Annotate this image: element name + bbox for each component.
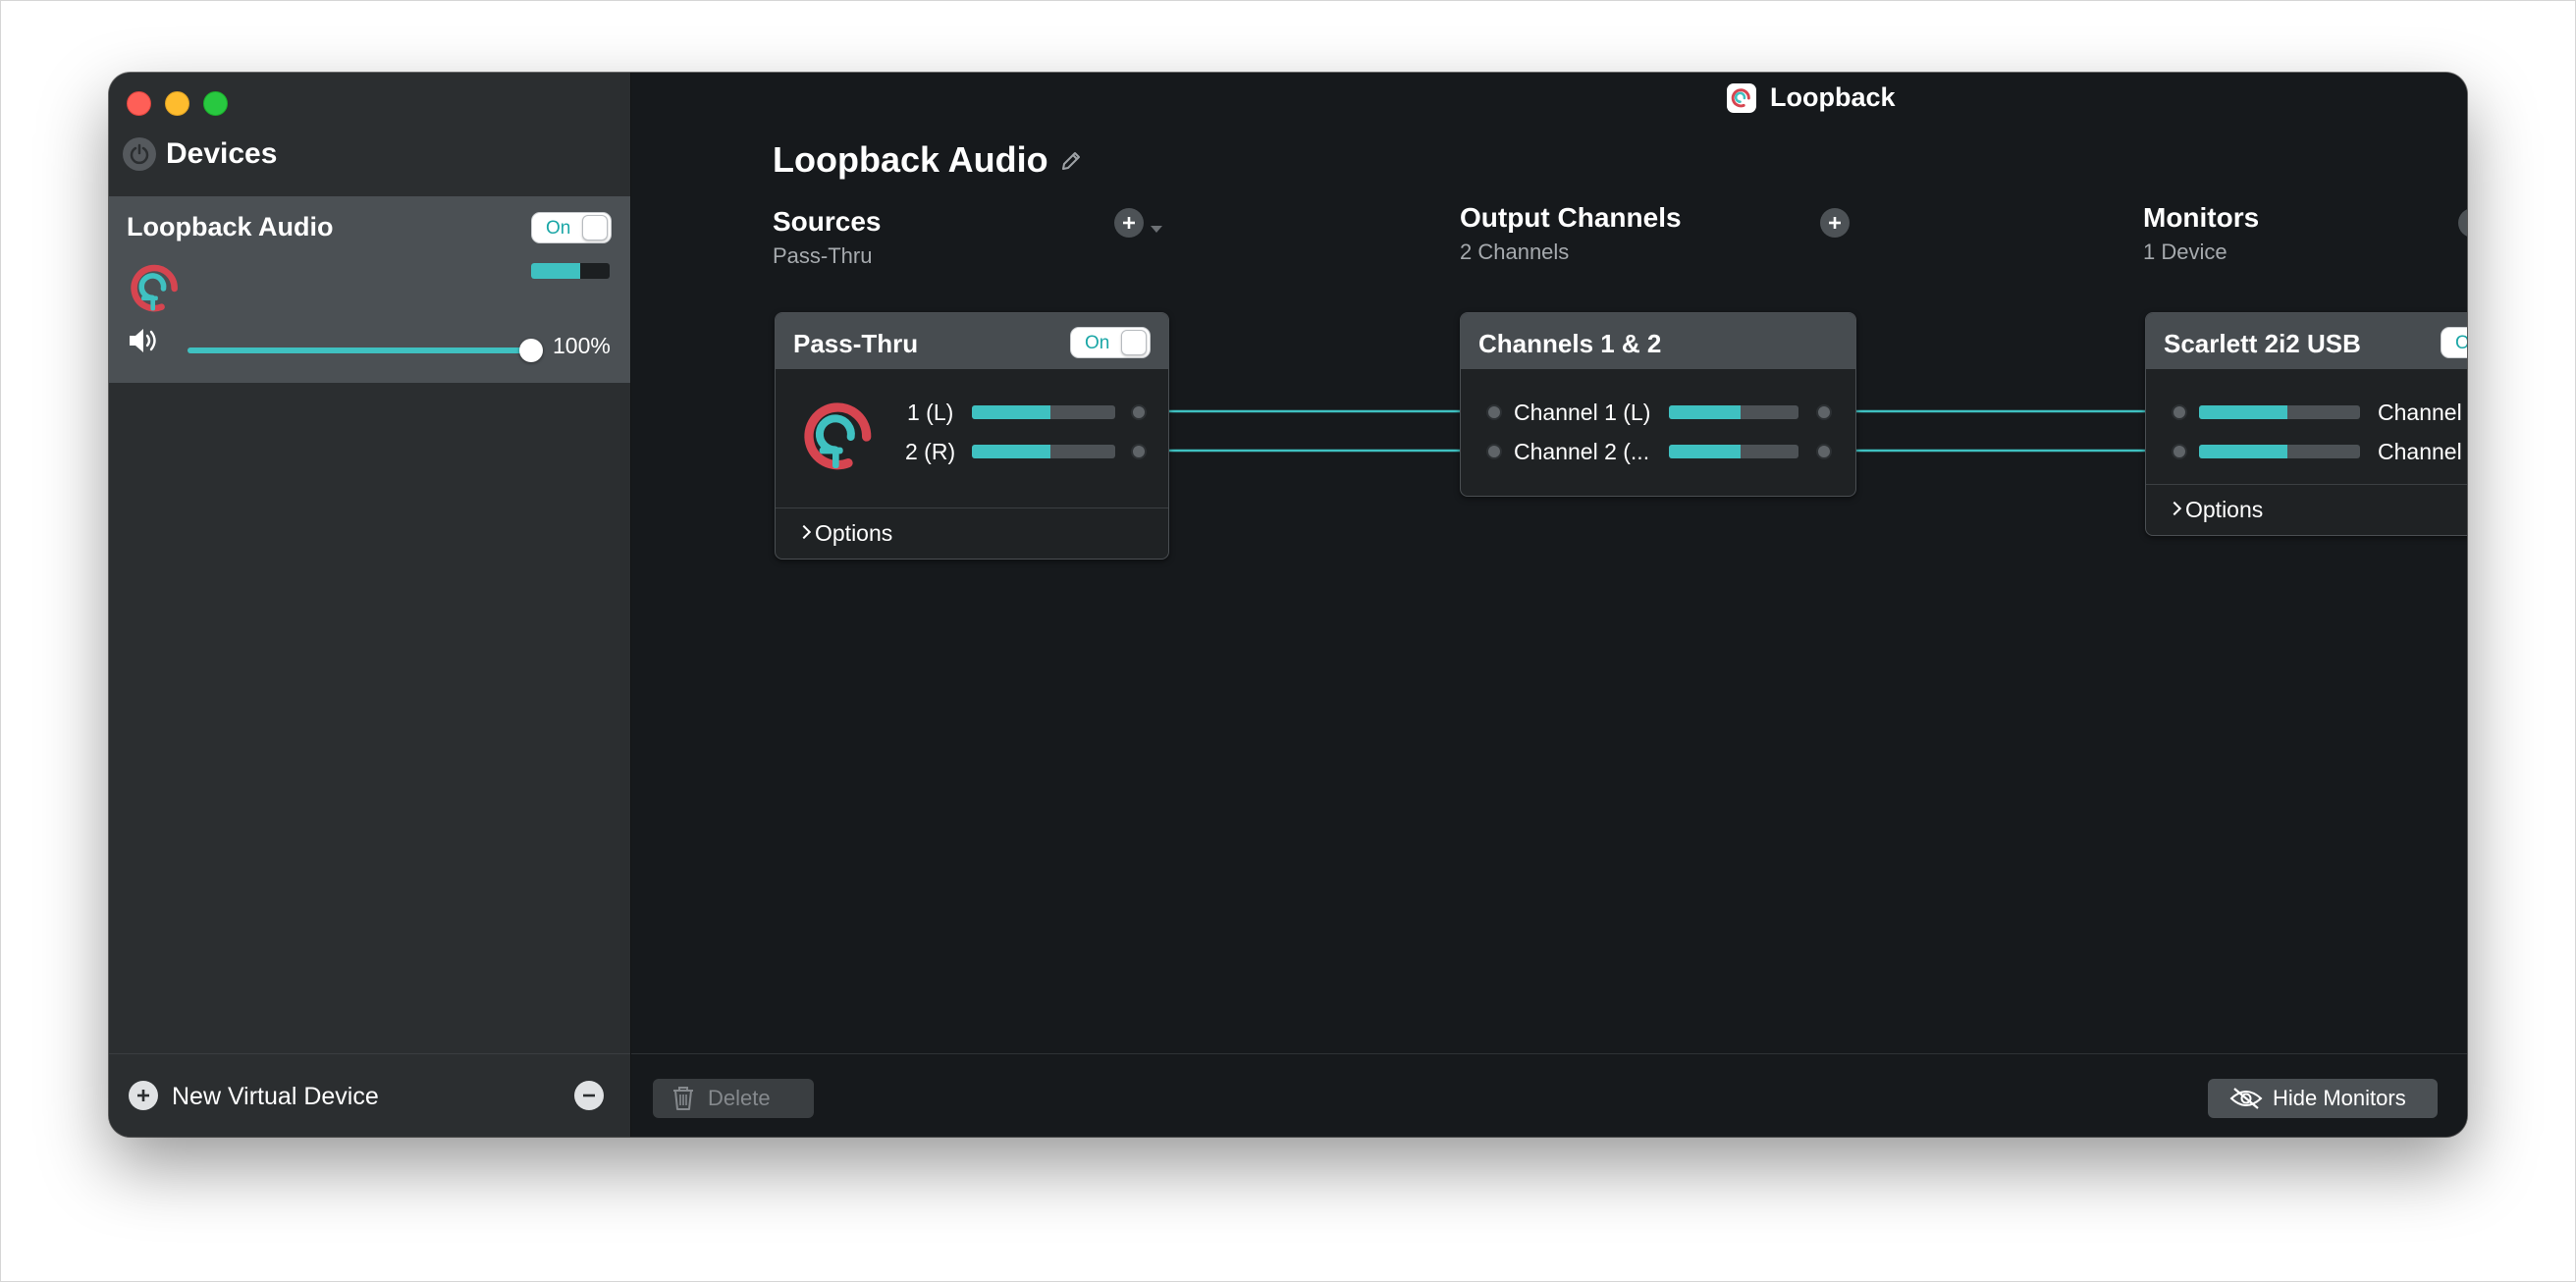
minus-icon bbox=[583, 1094, 595, 1097]
level-fill bbox=[531, 263, 580, 279]
level-fill bbox=[1669, 405, 1741, 419]
level-fill bbox=[2199, 445, 2288, 458]
channel-label: 2 (R) bbox=[905, 439, 956, 464]
card-header: Channels 1 & 2 bbox=[1461, 313, 1855, 369]
plus-icon bbox=[137, 1090, 149, 1101]
remove-device-button[interactable] bbox=[574, 1081, 604, 1110]
volume-slider[interactable] bbox=[188, 339, 543, 362]
chevron-right-icon bbox=[2167, 501, 2182, 516]
device-level-meter bbox=[531, 263, 610, 279]
card-header: Pass-Thru On bbox=[776, 313, 1168, 369]
close-window-button[interactable] bbox=[127, 91, 151, 116]
device-power-toggle[interactable]: On bbox=[531, 212, 612, 243]
delete-button[interactable]: Delete bbox=[653, 1079, 814, 1118]
toggle-knob bbox=[582, 215, 608, 240]
level-fill bbox=[972, 405, 1051, 419]
channel-label: Channel 1 (L) bbox=[2378, 400, 2467, 425]
card-title: Pass-Thru bbox=[793, 329, 919, 358]
volume-slider-knob[interactable] bbox=[519, 339, 543, 362]
volume-slider-fill bbox=[188, 347, 531, 353]
card-title: Channels 1 & 2 bbox=[1478, 329, 1662, 358]
loopback-logo-icon bbox=[801, 398, 880, 481]
device-item-name: Loopback Audio bbox=[127, 212, 334, 241]
channel-level-meter bbox=[2199, 445, 2360, 458]
devices-title: Devices bbox=[166, 137, 278, 170]
source-card-pass-thru[interactable]: Pass-Thru On 1 (L) 2 (R) Options bbox=[775, 312, 1169, 560]
toggle-label: On bbox=[546, 218, 571, 239]
loopback-logo-icon bbox=[129, 261, 184, 321]
source-power-toggle[interactable]: On bbox=[1070, 327, 1151, 358]
channel-level-meter bbox=[1669, 445, 1798, 458]
minimize-window-button[interactable] bbox=[165, 91, 189, 116]
toggle-label: On bbox=[2455, 333, 2467, 354]
monitor-power-toggle[interactable]: On bbox=[2441, 327, 2467, 358]
delete-label: Delete bbox=[708, 1086, 771, 1110]
channel-level-meter bbox=[1669, 405, 1798, 419]
output-channels-card[interactable]: Channels 1 & 2 Channel 1 (L) Channel 2 (… bbox=[1460, 312, 1856, 497]
channel-label: 1 (L) bbox=[907, 400, 954, 425]
options-label: Options bbox=[815, 520, 893, 546]
options-disclosure[interactable]: Options bbox=[776, 507, 1168, 559]
channel-level-meter bbox=[2199, 405, 2360, 419]
options-disclosure[interactable]: Options bbox=[2146, 484, 2467, 535]
devices-sidebar: Devices Loopback Audio On 100% New Virtu… bbox=[109, 73, 631, 1137]
level-fill bbox=[972, 445, 1051, 458]
channel-label: Channel 2 (... bbox=[1514, 439, 1650, 464]
volume-value: 100% bbox=[553, 333, 611, 358]
input-port[interactable] bbox=[2172, 444, 2187, 459]
card-title: Scarlett 2i2 USB bbox=[2164, 329, 2361, 358]
input-port[interactable] bbox=[1486, 444, 1502, 459]
zoom-window-button[interactable] bbox=[203, 91, 228, 116]
options-label: Options bbox=[2185, 497, 2264, 522]
hide-monitors-label: Hide Monitors bbox=[2273, 1086, 2406, 1110]
hide-monitors-button[interactable]: Hide Monitors bbox=[2208, 1079, 2438, 1118]
card-header: Scarlett 2i2 USB On bbox=[2146, 313, 2467, 369]
power-icon bbox=[123, 137, 156, 171]
output-port[interactable] bbox=[1131, 404, 1147, 420]
channel-label: Channel 2 (... bbox=[2378, 439, 2467, 464]
volume-icon[interactable] bbox=[127, 326, 162, 360]
toggle-knob bbox=[1121, 330, 1147, 355]
new-virtual-device-label[interactable]: New Virtual Device bbox=[172, 1083, 379, 1111]
chevron-right-icon bbox=[796, 524, 812, 540]
loopback-window: Devices Loopback Audio On 100% New Virtu… bbox=[109, 73, 2467, 1137]
editor-footer: Delete Hide Monitors bbox=[631, 1053, 2467, 1137]
output-port[interactable] bbox=[1816, 404, 1832, 420]
device-item-loopback-audio[interactable]: Loopback Audio On 100% bbox=[109, 196, 630, 383]
level-fill bbox=[2199, 405, 2288, 419]
channel-level-meter bbox=[972, 405, 1115, 419]
channel-label: Channel 1 (L) bbox=[1514, 400, 1651, 425]
output-port[interactable] bbox=[1816, 444, 1832, 459]
routing-wires bbox=[1138, 409, 2178, 453]
level-fill bbox=[1669, 445, 1741, 458]
eye-slash-icon bbox=[2229, 1088, 2263, 1109]
sidebar-footer: New Virtual Device bbox=[109, 1053, 630, 1137]
device-editor: Loopback Loopback Audio Sources Pass-Thr… bbox=[631, 73, 2467, 1137]
output-port[interactable] bbox=[1131, 444, 1147, 459]
devices-header: Devices bbox=[123, 137, 277, 171]
channel-level-meter bbox=[972, 445, 1115, 458]
input-port[interactable] bbox=[1486, 404, 1502, 420]
new-virtual-device-button[interactable] bbox=[129, 1081, 158, 1110]
monitor-card-scarlett[interactable]: Scarlett 2i2 USB On Channel 1 (L) Channe… bbox=[2145, 312, 2467, 536]
trash-icon bbox=[673, 1087, 693, 1110]
toggle-label: On bbox=[1085, 333, 1110, 353]
input-port[interactable] bbox=[2172, 404, 2187, 420]
